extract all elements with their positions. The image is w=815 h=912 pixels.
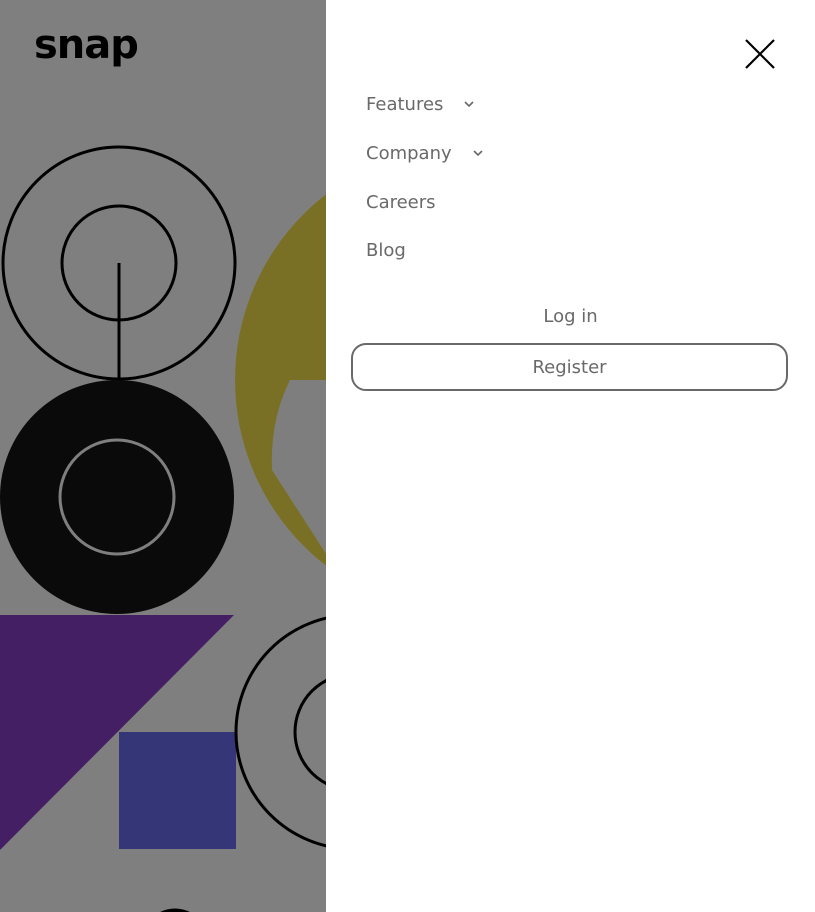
login-link[interactable]: Log in — [326, 305, 815, 329]
menu-item-company[interactable]: Company — [366, 141, 484, 165]
menu-item-features[interactable]: Features — [366, 92, 484, 116]
menu-item-blog[interactable]: Blog — [366, 238, 484, 262]
register-button[interactable]: Register — [351, 343, 788, 391]
close-icon — [745, 39, 775, 69]
menu-item-careers[interactable]: Careers — [366, 190, 484, 214]
menu-item-label: Blog — [366, 239, 406, 261]
menu-item-label: Careers — [366, 191, 436, 213]
mobile-menu-drawer: Features Company Careers Blog Log in Reg… — [326, 0, 815, 912]
menu-item-label: Features — [366, 93, 444, 115]
close-menu-button[interactable] — [744, 38, 776, 70]
chevron-down-icon — [464, 101, 474, 108]
menu-nav-list: Features Company Careers Blog — [366, 92, 484, 287]
chevron-down-icon — [473, 150, 483, 157]
menu-item-label: Company — [366, 142, 452, 164]
